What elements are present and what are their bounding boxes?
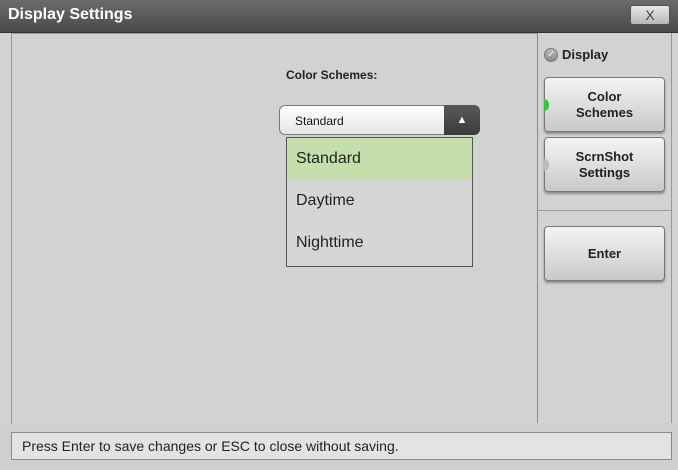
title-bar: Display Settings X xyxy=(0,0,678,33)
left-border-strip xyxy=(0,33,11,423)
dropdown-option-standard[interactable]: Standard xyxy=(287,138,472,180)
dropdown-option-nighttime[interactable]: Nighttime xyxy=(287,222,472,264)
right-border-strip xyxy=(671,33,678,423)
color-schemes-button-label: Color Schemes xyxy=(575,88,634,120)
active-indicator-icon xyxy=(544,98,549,111)
status-message: Press Enter to save changes or ESC to cl… xyxy=(22,438,399,454)
status-bar: Press Enter to save changes or ESC to cl… xyxy=(11,432,672,460)
inactive-indicator-icon xyxy=(544,158,549,171)
close-icon: X xyxy=(645,7,655,23)
color-scheme-dropdown-list: Standard Daytime Nighttime xyxy=(286,137,473,267)
display-radio-label: Display xyxy=(562,47,609,62)
scrnshot-settings-button[interactable]: ScrnShot Settings xyxy=(544,137,665,192)
color-scheme-select-value: Standard xyxy=(295,114,344,128)
color-schemes-button[interactable]: Color Schemes xyxy=(544,77,665,132)
triangle-up-icon[interactable]: ▲ xyxy=(444,105,480,135)
color-schemes-label: Color Schemes: xyxy=(286,68,378,82)
color-scheme-select[interactable]: Standard ▲ xyxy=(279,105,480,135)
display-radio[interactable]: ✓ Display xyxy=(544,47,608,62)
dropdown-option-daytime[interactable]: Daytime xyxy=(287,180,472,222)
enter-button[interactable]: Enter xyxy=(544,226,665,281)
radio-check-icon: ✓ xyxy=(544,47,558,62)
window-title: Display Settings xyxy=(8,6,133,23)
display-settings-window: Display Settings X Color Schemes: Standa… xyxy=(0,0,678,470)
scrnshot-settings-button-label: ScrnShot Settings xyxy=(575,148,634,180)
side-panel-divider xyxy=(538,210,672,211)
close-button[interactable]: X xyxy=(630,5,670,25)
enter-button-label: Enter xyxy=(587,245,622,261)
